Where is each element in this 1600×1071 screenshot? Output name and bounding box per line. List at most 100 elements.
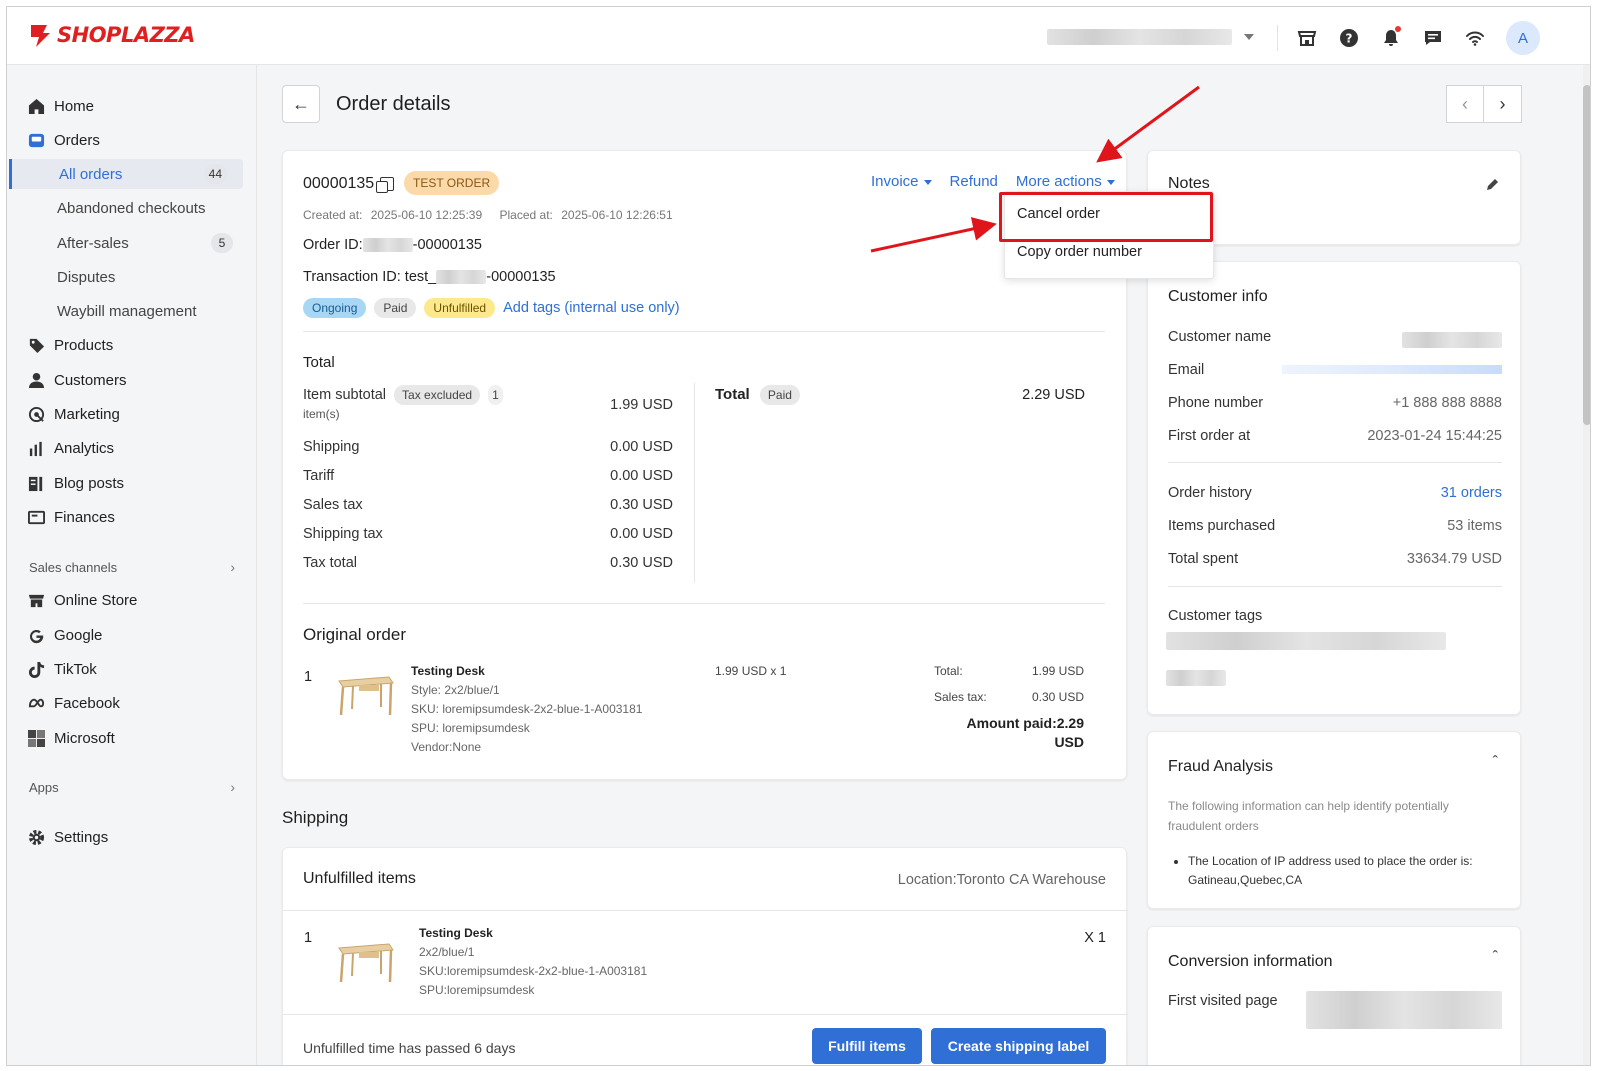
item-total-value: 1.99 USD	[1031, 664, 1084, 678]
help-icon[interactable]: ?	[1334, 23, 1364, 53]
item-quantity: 1	[304, 930, 313, 946]
paid-badge: Paid	[759, 385, 800, 405]
shipping-title: Shipping	[282, 808, 349, 827]
total-label: Total	[715, 386, 750, 403]
caret-down-icon	[1106, 179, 1115, 185]
page-scrollbar[interactable]	[1583, 65, 1590, 1065]
shoplazza-logo[interactable]: SHOPLAZZA	[27, 22, 195, 48]
unfulfilled-items-card: Unfulfilled items Location:Toronto CA Wa…	[282, 847, 1128, 1065]
row-label: Shipping tax	[303, 526, 383, 542]
sidebar-item-label: Online Store	[54, 591, 138, 609]
bell-icon[interactable]	[1376, 23, 1406, 53]
customer-email-row: Email	[1168, 362, 1502, 378]
tax-excluded-badge: Tax excluded	[394, 385, 481, 405]
sales-tax-label: Sales tax:	[934, 690, 987, 704]
brand-name: SHOPLAZZA	[57, 23, 195, 47]
row-value: 0.00 USD	[610, 439, 673, 455]
avatar[interactable]: A	[1506, 21, 1540, 55]
sidebar-item-customers[interactable]: Customers	[7, 365, 257, 395]
sidebar-item-label: Settings	[54, 828, 109, 846]
sidebar-item-finances[interactable]: Finances	[7, 502, 257, 532]
product-spu: SPU:loremipsumdesk	[419, 983, 535, 997]
original-item-details: Testing Desk Style: 2x2/blue/1 SKU: lore…	[411, 662, 642, 757]
refund-button[interactable]: Refund	[950, 173, 998, 190]
orders-icon	[27, 131, 45, 149]
order-history-link[interactable]: 31 orders	[1441, 485, 1502, 501]
chat-icon[interactable]	[1418, 23, 1448, 53]
product-sku: SKU:loremipsumdesk-2x2-blue-1-A003181	[419, 964, 648, 978]
add-tags-link[interactable]: Add tags (internal use only)	[503, 300, 680, 316]
arrow-left-icon: ←	[292, 93, 310, 114]
storefront-icon[interactable]	[1292, 23, 1322, 53]
pencil-icon[interactable]	[1486, 177, 1500, 191]
original-order-title: Original order	[303, 625, 406, 644]
item-quantity: 1	[304, 669, 313, 685]
sidebar-item-label: Orders	[54, 131, 100, 149]
sidebar-item-tiktok[interactable]: TikTok	[7, 654, 257, 684]
divider	[303, 603, 1105, 604]
page-title: Order details	[336, 93, 451, 115]
created-at: 2025-06-10 12:25:39	[370, 208, 483, 222]
sidebar-item-label: Home	[54, 97, 95, 115]
item-multiplier: X 1	[1084, 930, 1106, 946]
sidebar-item-after-sales[interactable]: After-sales 5	[7, 228, 257, 258]
wifi-icon[interactable]	[1460, 23, 1490, 53]
order-id-label: Order ID:	[303, 237, 363, 253]
customer-name-row: Customer name	[1168, 329, 1502, 348]
item-totals: Total: 1.99 USD Sales tax: 0.30 USD Amount…	[934, 662, 1084, 752]
sidebar-item-abandoned-checkouts[interactable]: Abandoned checkouts	[7, 193, 257, 223]
sidebar-item-analytics[interactable]: Analytics	[7, 433, 257, 463]
more-actions-dropdown[interactable]: More actions	[1016, 173, 1115, 190]
sidebar-item-microsoft[interactable]: Microsoft	[7, 723, 257, 753]
sidebar-item-google[interactable]: Google	[7, 620, 257, 650]
back-button[interactable]: ←	[282, 85, 320, 123]
item-count-badge: 1	[488, 385, 503, 405]
redacted-text	[1402, 332, 1502, 348]
conversion-title: Conversion information	[1168, 953, 1333, 970]
created-label: Created at:	[303, 208, 363, 222]
sidebar-item-all-orders[interactable]: All orders 44	[9, 159, 243, 189]
totals-row: Sales tax 0.30 USD	[303, 497, 673, 513]
previous-order-button[interactable]: ‹	[1446, 85, 1484, 123]
chevron-up-icon[interactable]: ˆ	[1493, 949, 1498, 967]
next-order-button[interactable]: ›	[1484, 85, 1522, 123]
scrollbar-thumb[interactable]	[1583, 85, 1590, 425]
sidebar-item-facebook[interactable]: Facebook	[7, 688, 257, 718]
sales-channels-header[interactable]: Sales channels ›	[7, 552, 257, 582]
apps-header[interactable]: Apps ›	[7, 772, 257, 802]
desk-product-image	[338, 943, 394, 983]
redacted-email[interactable]	[1282, 365, 1502, 374]
copy-icon[interactable]	[376, 177, 395, 193]
sidebar-item-home[interactable]: Home	[7, 91, 257, 121]
sidebar-item-marketing[interactable]: Marketing	[7, 399, 257, 429]
sidebar-item-products[interactable]: Products	[7, 330, 257, 360]
sidebar-item-waybill-management[interactable]: Waybill management	[7, 296, 257, 326]
create-shipping-label-button[interactable]: Create shipping label	[931, 1028, 1106, 1064]
order-id: Order ID: -00000135	[303, 237, 482, 253]
sidebar-item-settings[interactable]: Settings	[7, 822, 257, 852]
row-label: Sales tax	[303, 497, 363, 513]
sidebar-item-disputes[interactable]: Disputes	[7, 262, 257, 292]
sidebar-item-orders[interactable]: Orders	[7, 125, 257, 155]
chevron-up-icon[interactable]: ˆ	[1493, 754, 1498, 772]
status-badge-ongoing: Ongoing	[303, 298, 367, 318]
invoice-dropdown[interactable]: Invoice	[871, 173, 932, 190]
order-history-row: Order history 31 orders	[1168, 485, 1502, 501]
caret-down-icon	[923, 179, 932, 185]
placed-at: 2025-06-10 12:26:51	[561, 208, 673, 222]
row-value: 0.30 USD	[610, 497, 673, 513]
desk-product-image	[338, 676, 394, 716]
product-style: Style: 2x2/blue/1	[411, 683, 500, 697]
sidebar-item-online-store[interactable]: Online Store	[7, 585, 257, 615]
transaction-id: Transaction ID: test_ -00000135	[303, 269, 556, 285]
chevron-right-icon: ›	[230, 559, 235, 575]
menu-item-copy-order-number[interactable]: Copy order number	[1017, 244, 1142, 260]
row-label: Items purchased	[1168, 518, 1276, 534]
row-value: +1 888 888 8888	[1392, 395, 1502, 411]
redacted-text	[436, 270, 487, 284]
product-vendor: Vendor:None	[411, 740, 482, 754]
fulfill-items-button[interactable]: Fulfill items	[812, 1028, 922, 1064]
topbar-icons: ? A	[1277, 21, 1540, 55]
sidebar-item-blog-posts[interactable]: Blog posts	[7, 468, 257, 498]
store-selector[interactable]	[1047, 28, 1267, 46]
